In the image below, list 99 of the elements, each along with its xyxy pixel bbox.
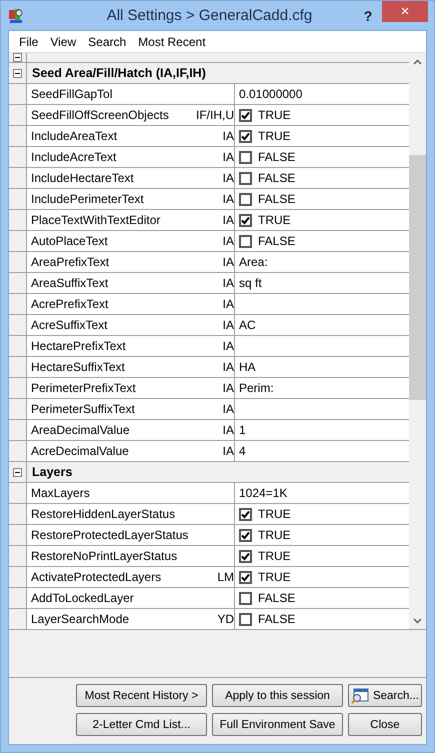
checkbox[interactable] [239, 130, 252, 142]
setting-code: IA [222, 318, 234, 332]
value-cell[interactable]: sq ft [235, 273, 409, 293]
setting-name: AcrePrefixText [31, 297, 110, 311]
setting-value[interactable]: TRUE [258, 507, 291, 521]
checkbox[interactable] [239, 612, 252, 626]
setting-name: PerimeterSuffixText [31, 402, 136, 416]
value-cell[interactable] [235, 294, 409, 314]
checkbox[interactable] [239, 570, 252, 584]
setting-name: LayerSearchMode [31, 612, 130, 626]
checkbox[interactable] [239, 528, 252, 542]
setting-name: RestoreProtectedLayerStatus [31, 528, 190, 542]
checkbox[interactable] [239, 592, 252, 604]
setting-value[interactable]: FALSE [258, 150, 296, 164]
setting-name: ActivateProtectedLayers [31, 570, 162, 584]
value-cell[interactable]: AC [235, 315, 409, 335]
action-button[interactable]: 2-Letter Cmd List... [76, 713, 207, 736]
setting-name: PlaceTextWithTextEditor [31, 213, 162, 227]
setting-name: IncludeHectareText [31, 171, 135, 185]
value-cell[interactable] [235, 336, 409, 356]
setting-name: IncludePerimeterText [31, 192, 145, 206]
setting-name: AddToLockedLayer [31, 591, 135, 605]
collapse-toggle[interactable] [13, 68, 22, 78]
action-button[interactable]: Close [348, 713, 422, 736]
setting-code: IA [222, 297, 234, 311]
value-cell[interactable]: 1024=1K [235, 483, 409, 503]
setting-code: IA [222, 339, 234, 353]
value-cell[interactable] [235, 399, 409, 419]
value-cell[interactable]: 4 [235, 441, 409, 461]
value-cell[interactable]: 1 [235, 420, 409, 440]
app-icon [7, 6, 25, 24]
setting-code: IA [222, 381, 234, 395]
setting-code: IA [222, 129, 234, 143]
checkbox[interactable] [239, 550, 252, 562]
checkbox[interactable] [239, 508, 252, 520]
setting-code: IA [222, 192, 234, 206]
checkbox[interactable] [239, 150, 252, 164]
setting-name: PerimeterPrefixText [31, 381, 137, 395]
setting-name: AreaSuffixText [31, 276, 110, 290]
checkbox[interactable] [239, 234, 252, 248]
setting-value[interactable]: FALSE [258, 612, 296, 626]
setting-value[interactable]: FALSE [258, 192, 296, 206]
checkbox[interactable] [239, 214, 252, 226]
setting-value[interactable]: TRUE [258, 570, 291, 584]
setting-name: AreaPrefixText [31, 255, 110, 269]
setting-name: IncludeAreaText [31, 129, 118, 143]
setting-value[interactable]: FALSE [258, 591, 296, 605]
setting-name: HectareSuffixText [31, 360, 126, 374]
collapse-toggle[interactable] [13, 53, 22, 62]
setting-code: IA [222, 402, 234, 416]
setting-code: IA [222, 276, 234, 290]
action-button[interactable]: Apply to this session [212, 684, 343, 707]
setting-value[interactable]: TRUE [258, 549, 291, 563]
checkbox[interactable] [239, 108, 252, 122]
setting-name: IncludeAcreText [31, 150, 118, 164]
setting-code: IA [222, 150, 234, 164]
checkbox[interactable] [239, 172, 252, 184]
setting-value[interactable]: TRUE [258, 108, 291, 122]
value-cell[interactable]: 0.01000000 [235, 84, 409, 104]
setting-name: MaxLayers [31, 486, 91, 500]
setting-code: YD [217, 612, 234, 626]
close-button[interactable]: × [382, 1, 428, 22]
setting-value[interactable]: FALSE [258, 234, 296, 248]
setting-code: IA [222, 423, 234, 437]
action-button[interactable]: Full Environment Save [212, 713, 343, 736]
help-button[interactable]: ? [354, 6, 382, 24]
setting-value[interactable]: FALSE [258, 171, 296, 185]
value-cell[interactable]: HA [235, 357, 409, 377]
setting-name: SeedFillGapTol [31, 87, 114, 101]
setting-name: RestoreHiddenLayerStatus [31, 507, 176, 521]
menu-item[interactable]: File [13, 34, 44, 48]
menu-item[interactable]: View [44, 34, 82, 48]
setting-code: IA [222, 444, 234, 458]
collapse-toggle[interactable] [13, 468, 22, 476]
setting-name: AcreDecimalValue [31, 444, 130, 458]
setting-code: IA [222, 255, 234, 269]
setting-name: AcreSuffixText [31, 318, 108, 332]
checkbox[interactable] [239, 192, 252, 206]
menu-item[interactable]: Most Recent [132, 34, 212, 48]
setting-value[interactable]: TRUE [258, 129, 291, 143]
value-cell[interactable]: Perim: [235, 378, 409, 398]
value-cell[interactable]: Area: [235, 252, 409, 272]
setting-value[interactable]: TRUE [258, 213, 291, 227]
setting-name: SeedFillOffScreenObjects [31, 108, 170, 122]
setting-value[interactable]: TRUE [258, 528, 291, 542]
setting-name: AutoPlaceText [31, 234, 109, 248]
setting-name: AreaDecimalValue [31, 423, 130, 437]
setting-code: LM [217, 570, 234, 584]
menu-item[interactable]: Search [82, 34, 132, 48]
setting-code: IA [222, 360, 234, 374]
setting-code: IA [222, 171, 234, 185]
setting-code: IA [222, 234, 234, 248]
setting-name: HectarePrefixText [31, 339, 127, 353]
window-title: All Settings > GeneralCadd.cfg [106, 7, 314, 24]
setting-code: IF/IH,U [196, 108, 234, 122]
setting-code: IA [222, 213, 234, 227]
search-button[interactable]: Search... [348, 684, 422, 707]
setting-name: RestoreNoPrintLayerStatus [31, 549, 178, 563]
action-button[interactable]: Most Recent History > [76, 684, 207, 707]
